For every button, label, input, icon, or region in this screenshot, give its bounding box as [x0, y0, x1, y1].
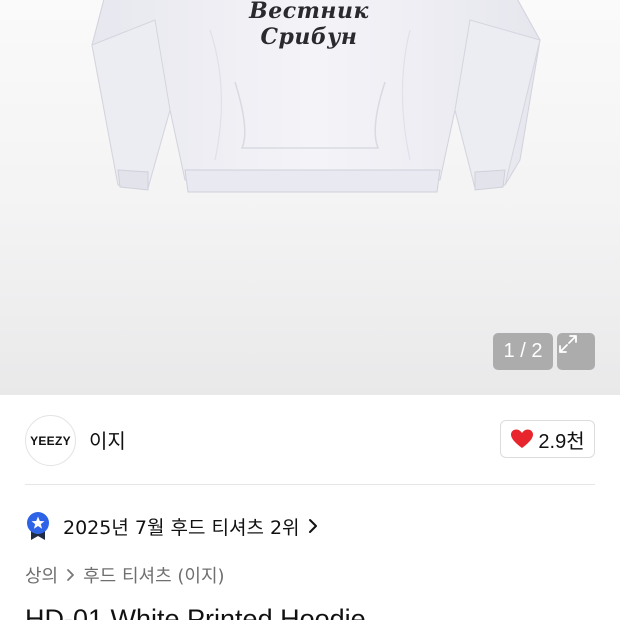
expand-icon [559, 335, 577, 353]
like-count: 2.9천 [538, 430, 585, 453]
breadcrumb: 상의 후드 티셔츠 (이지) [25, 562, 225, 588]
ranking-link[interactable]: 2025년 7월 후드 티셔츠 2위 [25, 510, 318, 542]
brand-name[interactable]: 이지 [89, 425, 126, 454]
expand-image-button[interactable] [557, 333, 595, 370]
image-counter: 1 / 2 [493, 333, 553, 370]
breadcrumb-item-top[interactable]: 상의 [25, 562, 58, 588]
ranking-text: 2025년 7월 후드 티셔츠 2위 [63, 516, 300, 539]
breadcrumb-item-hoodie[interactable]: 후드 티셔츠 (이지) [83, 562, 224, 588]
product-title: HD-01 White Printed Hoodie [25, 604, 366, 620]
heart-icon [511, 429, 534, 448]
like-button[interactable]: 2.9천 [500, 420, 595, 458]
divider [25, 484, 595, 485]
product-image-gallery[interactable]: Вестник Срибун 1 / 2 [0, 0, 620, 395]
brand-row: YEEZY 이지 2.9천 [0, 395, 620, 485]
brand-logo[interactable]: YEEZY [25, 415, 76, 466]
chevron-right-icon [66, 568, 75, 582]
ranking-badge-icon [27, 512, 49, 540]
chevron-right-icon [308, 518, 318, 534]
hoodie-print-text: Вестник Срибун [249, 0, 369, 50]
brand-logo-text: YEEZY [30, 433, 71, 448]
